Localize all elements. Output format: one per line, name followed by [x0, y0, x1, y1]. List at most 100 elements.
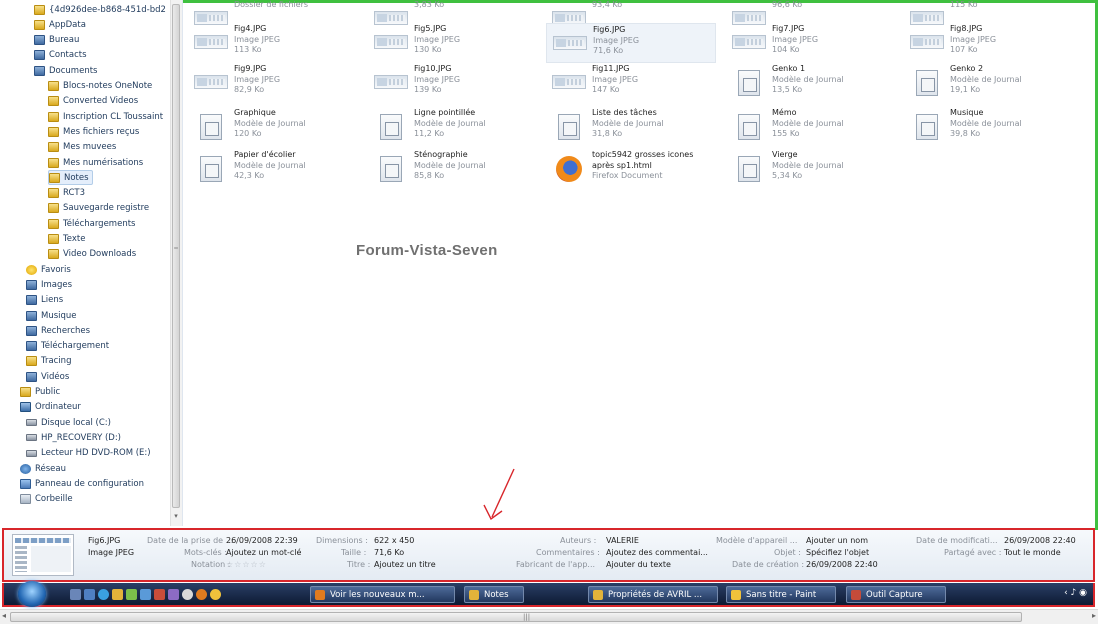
- library-icon: [34, 50, 45, 61]
- file-item[interactable]: Liste des tâches Modèle de Journal 31,8 Ko: [546, 107, 716, 147]
- nav-item[interactable]: Ordinateur: [20, 400, 81, 415]
- nav-item[interactable]: Tracing: [26, 354, 71, 369]
- file-item[interactable]: Fig11.JPG Image JPEG 147 Ko: [546, 63, 716, 103]
- taskbar-button[interactable]: Outil Capture: [846, 586, 946, 603]
- nav-item[interactable]: Recherches: [26, 323, 90, 338]
- rating-stars[interactable]: ☆☆☆☆☆: [226, 559, 267, 571]
- file-item[interactable]: Sténographie Modèle de Journal 85,8 Ko: [368, 149, 538, 189]
- nav-item[interactable]: Sauvegarde registre: [48, 201, 149, 216]
- nav-item[interactable]: Inscription CL Toussaint: [48, 109, 163, 124]
- quick-launch-icon[interactable]: [126, 589, 137, 600]
- quick-launch-icon[interactable]: [210, 589, 221, 600]
- horizontal-scrollbar[interactable]: ◂ ||| ▸: [0, 609, 1098, 624]
- nav-item[interactable]: Lecteur HD DVD-ROM (E:): [26, 446, 151, 461]
- ie-icon[interactable]: [98, 589, 109, 600]
- switch-windows-icon[interactable]: [84, 589, 95, 600]
- taskbar-button[interactable]: Propriétés de AVRIL ...: [588, 586, 718, 603]
- nav-item[interactable]: Blocs-notes OneNote: [48, 79, 152, 94]
- scroll-left-arrow[interactable]: ◂: [2, 611, 6, 620]
- file-item[interactable]: Fig10.JPG Image JPEG 139 Ko: [368, 63, 538, 103]
- nav-item[interactable]: Musique: [26, 308, 77, 323]
- nav-item[interactable]: Vidéos: [26, 369, 69, 384]
- nav-item[interactable]: HP_RECOVERY (D:): [26, 430, 121, 445]
- folder-icon: [48, 96, 59, 107]
- file-name: Ligne pointillée: [414, 108, 476, 117]
- file-item[interactable]: Genko 1 Modèle de Journal 13,5 Ko: [726, 63, 896, 103]
- file-item[interactable]: Fig8.JPG Image JPEG 107 Ko: [904, 23, 1074, 63]
- taskbar-button[interactable]: Voir les nouveaux m...: [310, 586, 455, 603]
- nav-item[interactable]: RCT3: [48, 186, 85, 201]
- firefox-quick-icon[interactable]: [196, 589, 207, 600]
- keywords-value[interactable]: Ajoutez un mot-clé: [226, 547, 301, 559]
- nav-item[interactable]: Mes numérisations: [48, 155, 143, 170]
- file-item[interactable]: Musique Modèle de Journal 39,8 Ko: [904, 107, 1074, 147]
- nav-item[interactable]: Réseau: [20, 461, 66, 476]
- nav-item[interactable]: Converted Videos: [48, 94, 138, 109]
- media-icon[interactable]: [140, 589, 151, 600]
- file-size: 31,8 Ko: [592, 129, 623, 138]
- nav-item[interactable]: Images: [26, 277, 72, 292]
- nav-item[interactable]: Mes muvees: [48, 140, 116, 155]
- file-name: Graphique: [234, 108, 276, 117]
- image-thumbnail: [374, 67, 408, 97]
- folder-icon: [48, 203, 59, 214]
- file-size: 42,3 Ko: [234, 171, 265, 180]
- nav-item[interactable]: Documents: [34, 63, 97, 78]
- explorer-icon[interactable]: [112, 589, 123, 600]
- nav-item[interactable]: Téléchargement: [26, 339, 109, 354]
- start-button[interactable]: [18, 581, 46, 607]
- nav-item[interactable]: Mes fichiers reçus: [48, 124, 139, 139]
- quick-launch-icon[interactable]: [154, 589, 165, 600]
- date-taken-value[interactable]: 26/09/2008 22:39: [226, 535, 298, 547]
- file-item[interactable]: Vierge Modèle de Journal 5,34 Ko: [726, 149, 896, 189]
- details-file-type: Image JPEG: [88, 548, 135, 557]
- file-size: 107 Ko: [950, 45, 978, 54]
- system-tray[interactable]: ‹ ♪ ◉: [1064, 588, 1087, 598]
- scroll-right-arrow[interactable]: ▸: [1092, 611, 1096, 620]
- quick-launch-icon[interactable]: [168, 589, 179, 600]
- file-item[interactable]: Papier d'écolier Modèle de Journal 42,3 Ko: [188, 149, 358, 189]
- file-item[interactable]: Graphique Modèle de Journal 120 Ko: [188, 107, 358, 147]
- file-type: Modèle de Journal: [772, 118, 844, 128]
- nav-item[interactable]: Corbeille: [20, 492, 73, 507]
- nav-scroll-down-arrow[interactable]: ▾: [172, 512, 180, 522]
- file-item[interactable]: Fig9.JPG Image JPEG 82,9 Ko: [188, 63, 358, 103]
- nav-item[interactable]: Liens: [26, 293, 63, 308]
- nav-item[interactable]: Texte: [48, 232, 85, 247]
- file-item[interactable]: Ligne pointillée Modèle de Journal 11,2 Ko: [368, 107, 538, 147]
- show-desktop-icon[interactable]: [70, 589, 81, 600]
- nav-item[interactable]: Téléchargements: [48, 216, 135, 231]
- taskbar-button[interactable]: Sans titre - Paint: [726, 586, 836, 603]
- file-item[interactable]: Fig5.JPG Image JPEG 130 Ko: [368, 23, 538, 63]
- file-type: Image JPEG: [234, 34, 281, 44]
- nav-item[interactable]: Panneau de configuration: [20, 476, 144, 491]
- nav-item[interactable]: Video Downloads: [48, 247, 136, 262]
- nav-item[interactable]: Public: [20, 385, 60, 400]
- title-value[interactable]: Ajoutez un titre: [374, 559, 436, 571]
- shared-value[interactable]: Tout le monde: [1004, 547, 1061, 559]
- file-item[interactable]: topic5942 grosses icones après sp1.html Fi…: [546, 149, 716, 189]
- nav-scroll-thumb[interactable]: [172, 4, 180, 508]
- nav-item[interactable]: Favoris: [26, 262, 71, 277]
- nav-item-label: Musique: [41, 310, 77, 321]
- file-item[interactable]: Genko 2 Modèle de Journal 19,1 Ko: [904, 63, 1074, 103]
- quick-launch-icon[interactable]: [182, 589, 193, 600]
- nav-item[interactable]: AppData: [34, 17, 86, 32]
- nav-item[interactable]: Contacts: [34, 48, 87, 63]
- file-item[interactable]: Fig6.JPG Image JPEG 71,6 Ko: [546, 23, 716, 63]
- nav-item[interactable]: Bureau: [34, 33, 79, 48]
- authors-value[interactable]: VALERIE: [606, 535, 639, 547]
- camera-model-value[interactable]: Ajouter un nom: [806, 535, 868, 547]
- scroll-thumb[interactable]: |||: [10, 612, 1022, 622]
- taskbar-button[interactable]: Notes: [464, 586, 524, 603]
- maker-value[interactable]: Ajouter du texte: [606, 559, 671, 571]
- file-item[interactable]: Fig7.JPG Image JPEG 104 Ko: [726, 23, 896, 63]
- nav-item[interactable]: Disque local (C:): [26, 415, 111, 430]
- file-item[interactable]: Fig4.JPG Image JPEG 113 Ko: [188, 23, 358, 63]
- subject-value[interactable]: Spécifiez l'objet: [806, 547, 869, 559]
- nav-item[interactable]: Notes: [48, 170, 93, 186]
- file-item[interactable]: Mémo Modèle de Journal 155 Ko: [726, 107, 896, 147]
- comments-value[interactable]: Ajoutez des commentai...: [606, 547, 708, 559]
- nav-item[interactable]: {4d926dee-b868-451d-bd2: [34, 2, 166, 17]
- image-thumbnail: [552, 67, 586, 97]
